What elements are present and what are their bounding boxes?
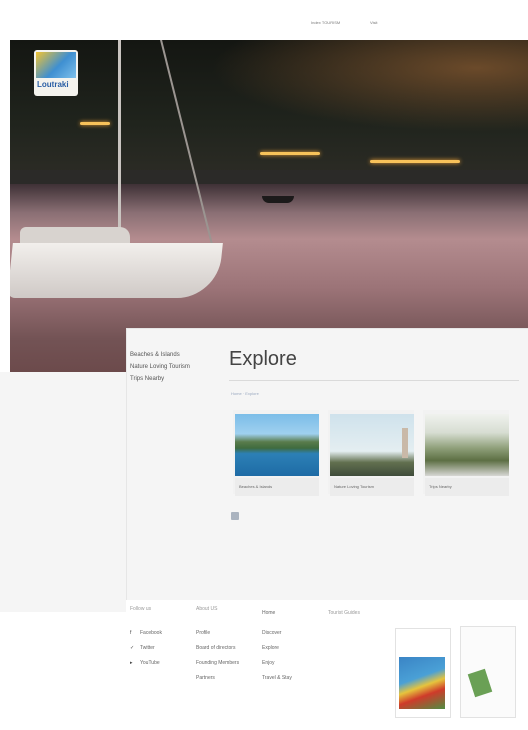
hero-image [10,40,528,372]
guide-map-image [399,657,445,709]
footer-link-founding[interactable]: Founding Members [196,660,239,666]
footer-social-youtube[interactable]: ▸ YouTube [130,660,160,666]
page: Index TOURISM Visit Loutraki Beaches & I… [0,0,528,730]
card-image[interactable] [235,414,319,476]
youtube-icon: ▸ [130,660,133,666]
card-image[interactable] [330,414,414,476]
footer-follow-heading: Follow us [130,606,152,612]
facebook-icon: f [130,630,132,636]
side-nav-item-nature[interactable]: Nature Loving Tourism [130,361,190,373]
logo-art [36,52,76,78]
hero-hills [10,40,528,180]
shore-lights [260,152,320,155]
footer-guides-heading: Tourist Guides [328,610,360,616]
card-nature[interactable]: Nature Loving Tourism [328,410,414,496]
shore-lights [370,160,460,163]
footer-social-facebook[interactable]: f Facebook [130,630,162,636]
footer-link-board[interactable]: Board of directors [196,645,235,651]
tourist-guide-booklet[interactable] [460,626,516,718]
sailboat-mast [118,40,121,250]
topbar-link-visit[interactable]: Visit [370,20,377,25]
twitter-icon: ✓ [130,645,135,651]
card-trips[interactable]: Trips Nearby [423,410,509,496]
topbar-link-index[interactable]: Index TOURISM [311,20,340,25]
title-divider [229,380,519,381]
logo-text: Loutraki [37,80,69,89]
footer-link-explore[interactable]: Explore [262,645,279,651]
footer-link-home[interactable]: Home [262,610,275,616]
card-beaches[interactable]: Beaches & Islands [233,410,319,496]
tourist-guide-map[interactable] [395,628,451,718]
lighthouse [402,428,408,458]
card-caption[interactable]: Beaches & Islands [235,478,319,496]
footer-link-partners[interactable]: Partners [196,675,215,681]
footer-link-profile[interactable]: Profile [196,630,210,636]
footer-link-discover[interactable]: Discover [262,630,281,636]
breadcrumb[interactable]: Home · Explore [231,391,259,396]
dinghy [262,196,294,203]
page-title: Explore [229,348,297,370]
left-gray-area [0,372,126,612]
shore-lights [80,122,110,125]
card-caption[interactable]: Nature Loving Tourism [330,478,414,496]
sailboat-hull [10,243,223,298]
card-image[interactable] [425,414,509,476]
side-nav-item-trips[interactable]: Trips Nearby [130,373,190,385]
side-nav-item-beaches[interactable]: Beaches & Islands [130,349,190,361]
print-icon[interactable] [231,512,239,520]
footer-link-enjoy[interactable]: Enjoy [262,660,275,666]
top-bar: Index TOURISM Visit [0,0,528,40]
side-nav: Beaches & Islands Nature Loving Tourism … [130,349,190,385]
guide-cover-image [467,668,493,698]
footer-link-travel[interactable]: Travel & Stay [262,675,292,681]
footer-about-heading: About US [196,606,218,612]
card-caption[interactable]: Trips Nearby [425,478,509,496]
site-logo[interactable]: Loutraki [34,50,78,96]
footer-social-twitter[interactable]: ✓ Twitter [130,645,155,651]
shoreline [10,170,528,184]
